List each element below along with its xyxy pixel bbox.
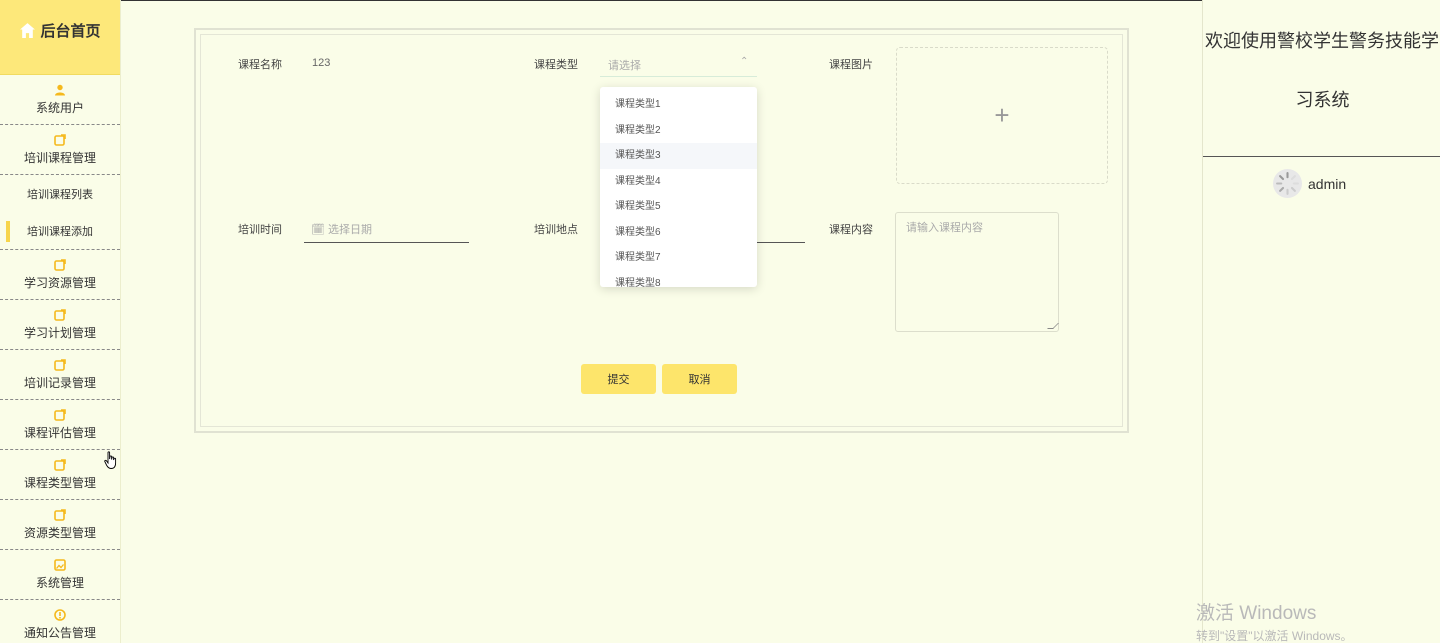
course-type-select[interactable]: 请选择 (608, 57, 641, 73)
sidebar-item-label: 课程评估管理 (23, 425, 96, 440)
dropdown-option[interactable]: 课程类型5 (600, 194, 757, 220)
info-icon (54, 608, 66, 621)
training-place-label: 培训地点 (534, 224, 578, 236)
dropdown-option[interactable]: 课程类型8 (600, 271, 757, 288)
sidebar-subitem-label: 培训课程列表 (27, 188, 93, 201)
hand-cursor-icon (104, 451, 117, 469)
sidebar-item-resource-type-manage[interactable]: 资源类型管理 (0, 500, 120, 550)
user-info[interactable]: admin (1273, 169, 1346, 198)
training-time-picker[interactable]: 🗓 选择日期 (311, 221, 372, 237)
sidebar-item-label: 学习计划管理 (23, 325, 96, 340)
watermark-line-2: 转到"设置"以激活 Windows。 (1196, 629, 1353, 643)
sidebar-item-system-manage[interactable]: 系统管理 (0, 550, 120, 600)
dropdown-option[interactable]: 课程类型2 (600, 118, 757, 144)
sidebar-item-course-type-manage[interactable]: 课程类型管理 (0, 450, 120, 500)
image-icon (54, 558, 66, 571)
sidebar-item-label: 通知公告管理 (23, 625, 96, 640)
right-panel: 欢迎使用警校学生警务技能学 习系统 admin (1202, 0, 1440, 643)
sidebar-item-plan-manage[interactable]: 学习计划管理 (0, 300, 120, 350)
welcome-line-2: 习系统 (1295, 90, 1350, 110)
sidebar-item-label: 课程类型管理 (23, 475, 96, 490)
course-type-label: 课程类型 (534, 59, 578, 71)
loading-icon (1276, 172, 1299, 195)
sidebar-subitem-course-add[interactable]: 培训课程添加 (0, 212, 120, 249)
dropdown-option[interactable]: 课程类型7 (600, 245, 757, 271)
course-image-label: 课程图片 (829, 59, 873, 71)
calendar-icon: 🗓 (311, 224, 325, 236)
dropdown-option[interactable]: 课程类型1 (600, 92, 757, 118)
avatar (1273, 169, 1302, 198)
sidebar-item-label: 培训课程管理 (23, 150, 96, 165)
home-icon (20, 22, 36, 38)
sidebar-item-label: 系统用户 (35, 100, 84, 115)
sidebar-item-users[interactable]: 系统用户 (0, 75, 120, 125)
course-content-textarea[interactable]: 请输入课程内容 (895, 212, 1059, 332)
sidebar-item-label: 系统管理 (35, 575, 84, 590)
sidebar-subitem-course-list[interactable]: 培训课程列表 (0, 175, 120, 212)
dropdown-option[interactable]: 课程类型6 (600, 220, 757, 246)
course-type-dropdown: 课程类型1 课程类型2 课程类型3 课程类型4 课程类型5 课程类型6 课程类型… (600, 87, 757, 287)
sidebar-item-label: 学习资源管理 (23, 275, 96, 290)
panel-divider (1203, 156, 1440, 157)
cancel-button[interactable]: 取消 (662, 364, 737, 394)
dropdown-option[interactable]: 课程类型4 (600, 169, 757, 195)
edit-icon (54, 308, 66, 321)
dropdown-option[interactable]: 课程类型3 (600, 143, 757, 169)
username: admin (1308, 175, 1347, 192)
edit-icon (54, 358, 66, 371)
submit-button[interactable]: 提交 (581, 364, 656, 394)
edit-icon (54, 458, 66, 471)
course-content-placeholder: 请输入课程内容 (906, 222, 983, 234)
plus-icon: + (994, 100, 1010, 130)
edit-icon (54, 133, 66, 146)
sidebar-item-label: 培训记录管理 (23, 375, 96, 390)
edit-icon (54, 408, 66, 421)
sidebar-item-record-manage[interactable]: 培训记录管理 (0, 350, 120, 400)
course-content-label: 课程内容 (829, 224, 873, 236)
sidebar-item-evaluation-manage[interactable]: 课程评估管理 (0, 400, 120, 450)
chevron-up-icon[interactable]: ⌃ (740, 56, 748, 67)
sidebar-item-course-manage[interactable]: 培训课程管理 (0, 125, 120, 175)
course-name-label: 课程名称 (238, 59, 282, 71)
edit-icon (54, 258, 66, 271)
sidebar-item-label: 资源类型管理 (23, 525, 96, 540)
training-time-label: 培训时间 (238, 224, 282, 236)
course-name-input[interactable]: 123 (312, 57, 330, 69)
sidebar-item-notice-manage[interactable]: 通知公告管理 (0, 600, 120, 643)
sidebar: 后台首页 系统用户 培训课程管理 培训课程列表 培训课程添加 学习资源管理 学习… (0, 0, 121, 643)
image-upload[interactable]: + (896, 47, 1108, 184)
sidebar-submenu: 培训课程列表 培训课程添加 (0, 175, 120, 250)
home-label: 后台首页 (40, 22, 101, 40)
training-time-placeholder: 选择日期 (328, 224, 373, 236)
watermark-line-1: 激活 Windows (1196, 603, 1317, 624)
sidebar-item-resource-manage[interactable]: 学习资源管理 (0, 250, 120, 300)
sidebar-subitem-label: 培训课程添加 (27, 225, 93, 238)
home-link[interactable]: 后台首页 (0, 0, 120, 75)
resize-handle-icon[interactable] (1047, 323, 1059, 329)
welcome-text: 欢迎使用警校学生警务技能学 习系统 (1203, 0, 1440, 109)
welcome-line-1: 欢迎使用警校学生警务技能学 (1205, 31, 1439, 51)
user-icon (54, 84, 66, 96)
windows-activation-watermark: 激活 Windows 转到"设置"以激活 Windows。 (1196, 598, 1353, 643)
training-time-underline (304, 242, 469, 243)
course-type-underline (600, 76, 757, 77)
edit-icon (54, 508, 66, 521)
